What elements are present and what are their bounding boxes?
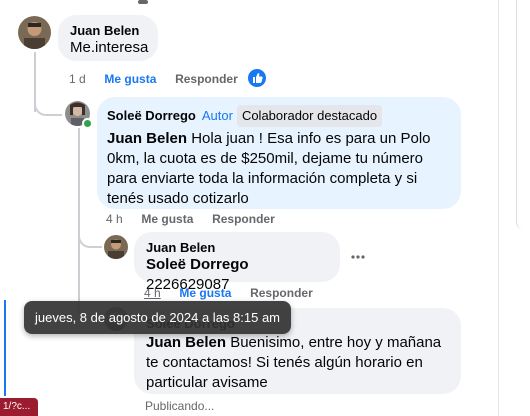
panel-divider — [498, 0, 499, 416]
avatar[interactable] — [104, 235, 128, 259]
left-accent-line — [4, 300, 6, 396]
top-contributor-badge[interactable]: Colaborador destacado — [236, 105, 383, 127]
comment-time[interactable]: 4 h — [144, 286, 161, 300]
avatar[interactable] — [18, 16, 51, 49]
author-tag: Autor — [201, 108, 233, 123]
online-indicator — [82, 118, 93, 129]
comment-time[interactable]: 4 h — [106, 212, 123, 226]
scrollbar[interactable] — [516, 0, 530, 230]
reply-button[interactable]: Responder — [175, 72, 238, 86]
comment-text: Me.interesa — [70, 39, 149, 56]
comment-actions: 4 h Me gusta Responder — [144, 286, 313, 300]
reply-button[interactable]: Responder — [250, 286, 313, 300]
thread-connector-1 — [34, 96, 62, 116]
side-tab-label: 1/?c... — [3, 401, 31, 412]
like-reaction-icon[interactable] — [248, 69, 266, 87]
top-fragment — [138, 0, 148, 4]
comment-bubble: Juan Belen Soleë Dorrego 2226629087 — [134, 232, 340, 293]
reply-button[interactable]: Responder — [212, 212, 275, 226]
timestamp-tooltip: jueves, 8 de agosto de 2024 a las 8:15 a… — [24, 301, 292, 334]
like-button[interactable]: Me gusta — [104, 72, 156, 86]
comment-actions: 1 d Me gusta Responder — [69, 72, 238, 86]
like-button[interactable]: Me gusta — [141, 212, 193, 226]
comment-bubble: Juan Belen Me.interesa — [58, 15, 158, 61]
posting-status: Publicando... — [145, 399, 215, 413]
comment-text-wrap: Juan Belen Hola juan ! Esa info es para … — [107, 129, 451, 209]
comment-author[interactable]: Soleë Dorrego — [107, 108, 196, 123]
comment-author[interactable]: Juan Belen — [146, 240, 328, 255]
mention-link[interactable]: Juan Belen — [107, 130, 187, 147]
comment-author[interactable]: Juan Belen — [70, 23, 146, 38]
tooltip-text: jueves, 8 de agosto de 2024 a las 8:15 a… — [35, 310, 281, 325]
like-button[interactable]: Me gusta — [179, 286, 231, 300]
mention-link[interactable]: Soleë Dorrego — [146, 256, 249, 273]
comment-bubble: Soleë Dorrego Autor Colaborador destacado … — [97, 97, 461, 209]
mention-link[interactable]: Juan Belen — [146, 334, 226, 351]
comment-time[interactable]: 1 d — [69, 72, 86, 86]
ellipsis-icon[interactable] — [348, 250, 368, 262]
thread-connector-2 — [78, 228, 102, 248]
comment-header: Soleë Dorrego Autor Colaborador destacado — [107, 105, 451, 127]
comment-actions: 4 h Me gusta Responder — [106, 212, 275, 226]
comment-text-wrap: Juan Belen Buenisimo, entre hoy y mañana… — [146, 333, 449, 393]
side-tab[interactable]: 1/?c... — [0, 398, 38, 416]
